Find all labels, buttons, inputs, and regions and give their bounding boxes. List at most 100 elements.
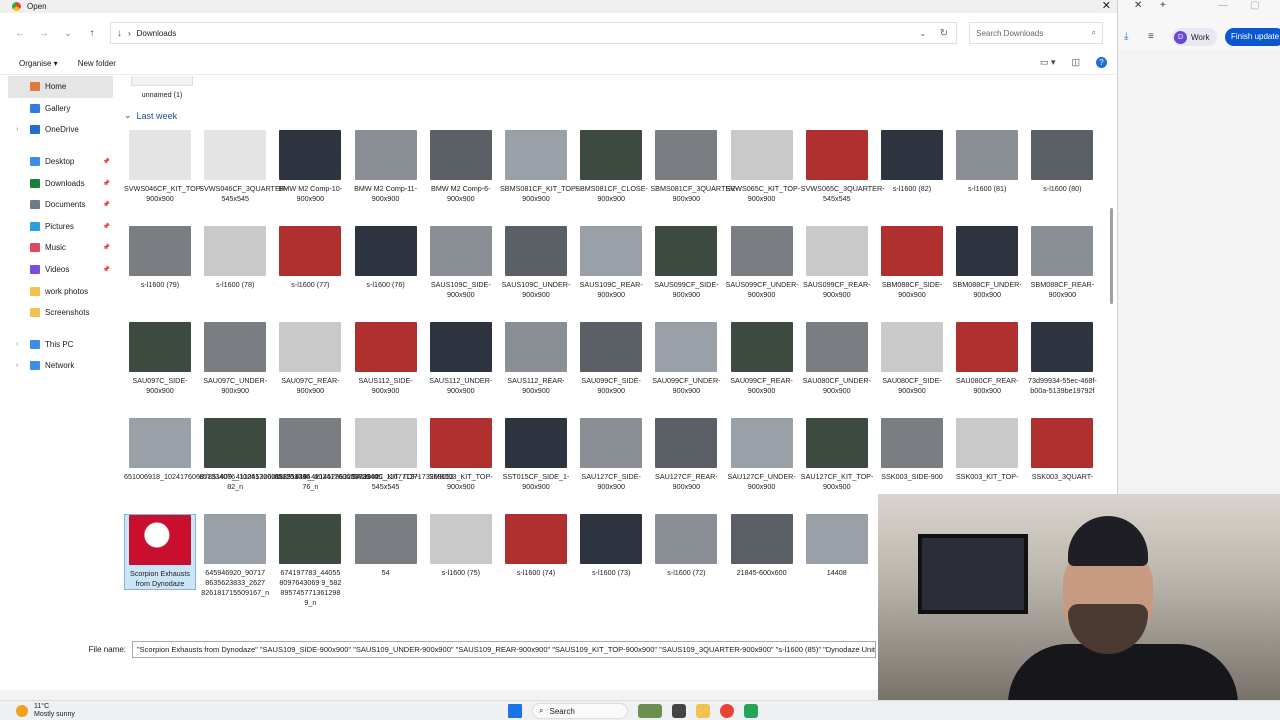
file-item[interactable]: SAU044C_KIT_TOP-545x545 — [350, 418, 422, 492]
file-item[interactable]: SAUS099CF_REAR-900x900 — [801, 226, 873, 300]
file-item[interactable]: SBMS081CF_KIT_TOP-900x900 — [500, 130, 578, 204]
file-item[interactable]: SAUS112_SIDE-900x900 — [350, 322, 422, 396]
recent-chevron-icon[interactable]: ⌄ — [62, 28, 74, 39]
file-item[interactable]: 73d99934-55ec-468f-b00a-5139be19792f — [1026, 322, 1098, 396]
file-item[interactable]: SBMS081CF_3QUARTER-900x900 — [650, 130, 738, 204]
file-item[interactable]: SAU099CF_UNDER-900x900 — [650, 322, 722, 396]
back-icon[interactable]: ← — [14, 28, 26, 39]
breadcrumb[interactable]: Downloads — [137, 29, 177, 38]
profile-button[interactable]: D Work — [1172, 28, 1217, 46]
organise-button[interactable]: Organise ▾ — [19, 59, 58, 68]
file-item[interactable]: SAU080CF_SIDE-900x900 — [876, 322, 948, 396]
file-item[interactable]: 14408 — [801, 514, 873, 578]
reading-list-icon[interactable]: ≡ — [1148, 31, 1154, 42]
file-item[interactable]: SAU099CF_SIDE-900x900 — [575, 322, 647, 396]
file-item[interactable]: Scorpion Exhausts from Dynodaze — [124, 514, 196, 590]
file-item[interactable]: SAU127CF_REAR-900x900 — [650, 418, 722, 492]
sidebar-item-downloads[interactable]: Downloads 📌 — [0, 172, 118, 194]
file-item[interactable]: s-l1600 (82) — [876, 130, 948, 194]
file-item[interactable]: SAU080CF_UNDER-900x900 — [801, 322, 873, 396]
file-item[interactable]: SVWS065C_KIT_TOP-900x900 — [726, 130, 800, 204]
file-item[interactable]: unnamed (1) — [126, 76, 198, 100]
file-item[interactable]: SAU097C_SIDE-900x900 — [124, 322, 196, 396]
chevron-down-icon[interactable]: ⌄ — [919, 29, 926, 38]
file-item[interactable]: s-l1600 (81) — [951, 130, 1023, 194]
file-item[interactable]: SVWS046CF_KIT_TOP-900x900 — [124, 130, 203, 204]
new-folder-button[interactable]: New folder — [78, 59, 116, 68]
up-icon[interactable]: ↑ — [86, 28, 98, 39]
file-item[interactable]: SAU097C_UNDER-900x900 — [199, 322, 271, 396]
file-item[interactable]: s-l1600 (73) — [575, 514, 647, 578]
file-item[interactable]: SAUS109C_REAR-900x900 — [575, 226, 647, 300]
file-item[interactable]: 674197783_44055 8097643069 9_582 8957457… — [274, 514, 346, 608]
file-item[interactable]: SAUS112_REAR-900x900 — [500, 322, 572, 396]
file-item[interactable]: SAU097C_REAR-900x900 — [274, 322, 346, 396]
start-icon[interactable] — [508, 704, 522, 718]
forward-icon[interactable]: → — [38, 28, 50, 39]
file-item[interactable]: 651006918_10241760687851409_411065326211… — [124, 418, 318, 482]
file-item[interactable]: 651334076_10241760688251419_421452863239… — [199, 418, 379, 492]
file-item[interactable]: 54 — [350, 514, 422, 578]
group-header[interactable]: ⌄ Last week — [124, 110, 177, 121]
file-item[interactable]: SAU099CF_REAR-900x900 — [726, 322, 798, 396]
chevron-right-icon[interactable]: › — [16, 362, 18, 369]
file-item[interactable]: s-l1600 (77) — [274, 226, 346, 290]
chevron-right-icon[interactable]: › — [16, 126, 18, 133]
file-item[interactable]: SAUS099CF_SIDE-900x900 — [650, 226, 722, 300]
file-item[interactable]: SBMS081CF_CLOSE-900x900 — [575, 130, 648, 204]
app-icon[interactable] — [744, 704, 758, 718]
file-item[interactable]: SAUS112_UNDER-900x900 — [425, 322, 497, 396]
search-input[interactable]: Search Downloads ⌕ — [969, 22, 1103, 44]
finish-update-button[interactable]: Finish update — [1225, 28, 1280, 46]
file-item[interactable]: BMW M2 Comp-11-900x900 — [350, 130, 422, 204]
view-options-icon[interactable]: ▭ ▾ — [1040, 57, 1056, 68]
file-item[interactable]: 645946920_90717 8635623833_2627 82618171… — [199, 514, 271, 598]
file-item[interactable]: BMW M2 Comp-6-900x900 — [425, 130, 497, 204]
file-item[interactable]: BMW M2 Comp-10-900x900 — [274, 130, 346, 204]
file-item[interactable]: SBM088CF_UNDER-900x900 — [951, 226, 1023, 300]
sidebar-item-desktop[interactable]: Desktop 📌 — [0, 151, 118, 173]
help-icon[interactable]: ? — [1096, 57, 1107, 68]
task-view-icon[interactable] — [672, 704, 686, 718]
download-icon[interactable]: ⤓ — [1124, 31, 1128, 42]
file-item[interactable]: SSK003_KIT_TOP- — [951, 418, 1023, 482]
tab-close-icon[interactable]: ✕ — [1134, 0, 1142, 18]
address-bar[interactable]: ↓ › Downloads ⌄ ↻ — [109, 22, 958, 44]
maximize-icon[interactable]: ▢ — [1250, 0, 1259, 18]
file-item[interactable]: SST015CF_SIDE_1-900x900 — [500, 418, 572, 492]
file-item[interactable]: s-l1600 (78) — [199, 226, 271, 290]
sidebar-item-documents[interactable]: Documents 📌 — [0, 194, 118, 216]
file-item[interactable]: SAUS109C_SIDE-900x900 — [425, 226, 497, 300]
new-tab-icon[interactable]: + — [1160, 0, 1166, 18]
close-button[interactable]: ✕ — [1102, 0, 1111, 13]
file-item[interactable]: SAU127CF_UNDER-900x900 — [726, 418, 798, 492]
sidebar-item-work-photos[interactable]: work photos — [0, 280, 118, 302]
sidebar-item-pictures[interactable]: Pictures 📌 — [0, 216, 118, 238]
sidebar-item-onedrive[interactable]: › OneDrive — [0, 119, 118, 141]
chrome-icon[interactable] — [720, 704, 734, 718]
file-item[interactable]: 21845-600x600 — [726, 514, 798, 578]
file-item[interactable]: s-l1600 (80) — [1026, 130, 1098, 194]
file-item[interactable]: s-l1600 (72) — [650, 514, 722, 578]
file-name-field[interactable]: "Scorpion Exhausts from Dynodaze" "SAUS1… — [132, 640, 876, 658]
refresh-icon[interactable]: ↻ — [940, 28, 948, 39]
sidebar-item-network[interactable]: › Network — [0, 355, 118, 377]
file-item[interactable]: SAUS109C_UNDER-900x900 — [500, 226, 572, 300]
file-item[interactable]: SAU127CF_SIDE-900x900 — [575, 418, 647, 492]
file-explorer-icon[interactable] — [696, 704, 710, 718]
sidebar-item-this-pc[interactable]: › This PC — [0, 334, 118, 356]
file-item[interactable]: s-l1600 (79) — [124, 226, 196, 290]
weather-widget[interactable]: 11°C Mostly sunny — [16, 703, 75, 719]
sidebar-item-gallery[interactable]: Gallery — [0, 98, 118, 120]
chevron-right-icon[interactable]: › — [16, 341, 18, 348]
file-item[interactable]: SSK003_SIDE-900 — [876, 418, 948, 482]
sidebar-item-videos[interactable]: Videos 📌 — [0, 259, 118, 281]
file-item[interactable]: SMB003_KIT_TOP-900x900 — [425, 418, 497, 492]
file-item[interactable]: s-l1600 (75) — [425, 514, 497, 578]
file-item[interactable]: SVWS046CF_3QUARTER-545x545 — [199, 130, 287, 204]
sidebar-item-home[interactable]: Home — [8, 76, 113, 98]
minimize-icon[interactable]: — — [1218, 0, 1228, 18]
file-item[interactable]: SAUS099CF_UNDER-900x900 — [726, 226, 799, 300]
scrollbar[interactable] — [1110, 208, 1113, 304]
file-item[interactable]: SSK003_3QUART- — [1026, 418, 1098, 482]
